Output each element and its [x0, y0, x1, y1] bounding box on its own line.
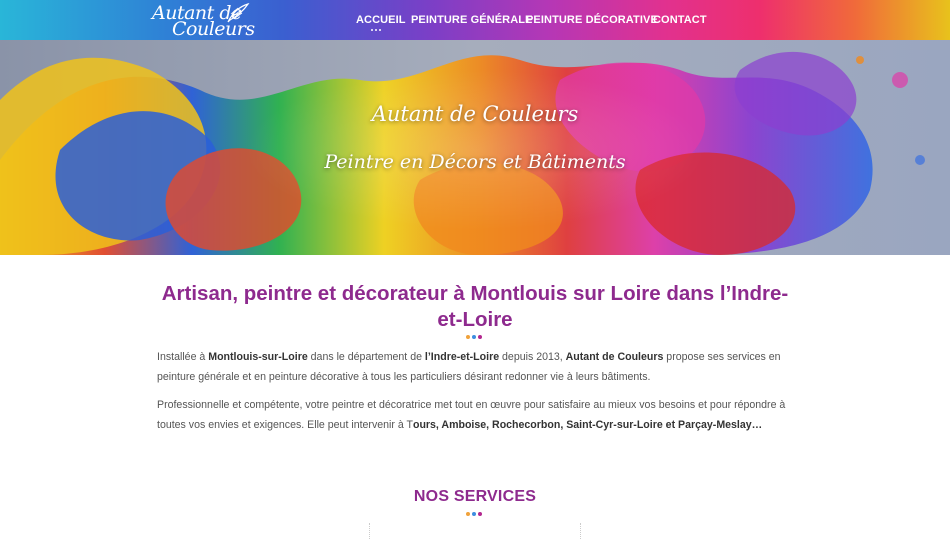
nav-item-contact-label: CONTACT [653, 14, 707, 26]
hero-banner: Autant de Couleurs Peintre en Décors et … [0, 40, 950, 255]
nav-item-contact[interactable]: CONTACT [647, 0, 707, 40]
intro-heading: Artisan, peintre et décorateur à Montlou… [161, 282, 789, 331]
nav-item-accueil[interactable]: ACCUEIL [350, 0, 405, 40]
nav-item-accueil-label: ACCUEIL [356, 14, 406, 26]
hero-title: Autant de Couleurs [371, 102, 579, 126]
nav-item-peinture-decorative-label: PEINTURE DÉCORATIVE [526, 14, 658, 26]
column-divider [580, 523, 581, 539]
intro-paragraph-2: Professionnelle et compétente, votre pei… [157, 399, 786, 431]
intro-paragraph-1: Installée à Montlouis-sur-Loire dans le … [157, 351, 781, 383]
services-divider-dots [466, 512, 482, 516]
active-indicator [371, 29, 381, 31]
nav-item-peinture-generale-label: PEINTURE GÉNÉRALE [411, 14, 533, 26]
services-heading: NOS SERVICES [413, 488, 537, 505]
site-header: Autant de Couleurs ACCUEIL PEINTURE GÉNÉ… [0, 0, 950, 40]
hero-subtitle: Peintre en Décors et Bâtiments [324, 151, 626, 173]
column-divider [369, 523, 370, 539]
site-logo[interactable]: Autant de Couleurs [150, 2, 255, 40]
paint-splash-image [0, 40, 950, 255]
main-nav: ACCUEIL PEINTURE GÉNÉRALE PEINTURE DÉCOR… [350, 0, 707, 40]
heading-divider-dots [466, 335, 482, 339]
nav-item-peinture-generale[interactable]: PEINTURE GÉNÉRALE [405, 0, 532, 40]
nav-item-peinture-decorative[interactable]: PEINTURE DÉCORATIVE [521, 0, 658, 40]
feather-icon [227, 2, 250, 23]
